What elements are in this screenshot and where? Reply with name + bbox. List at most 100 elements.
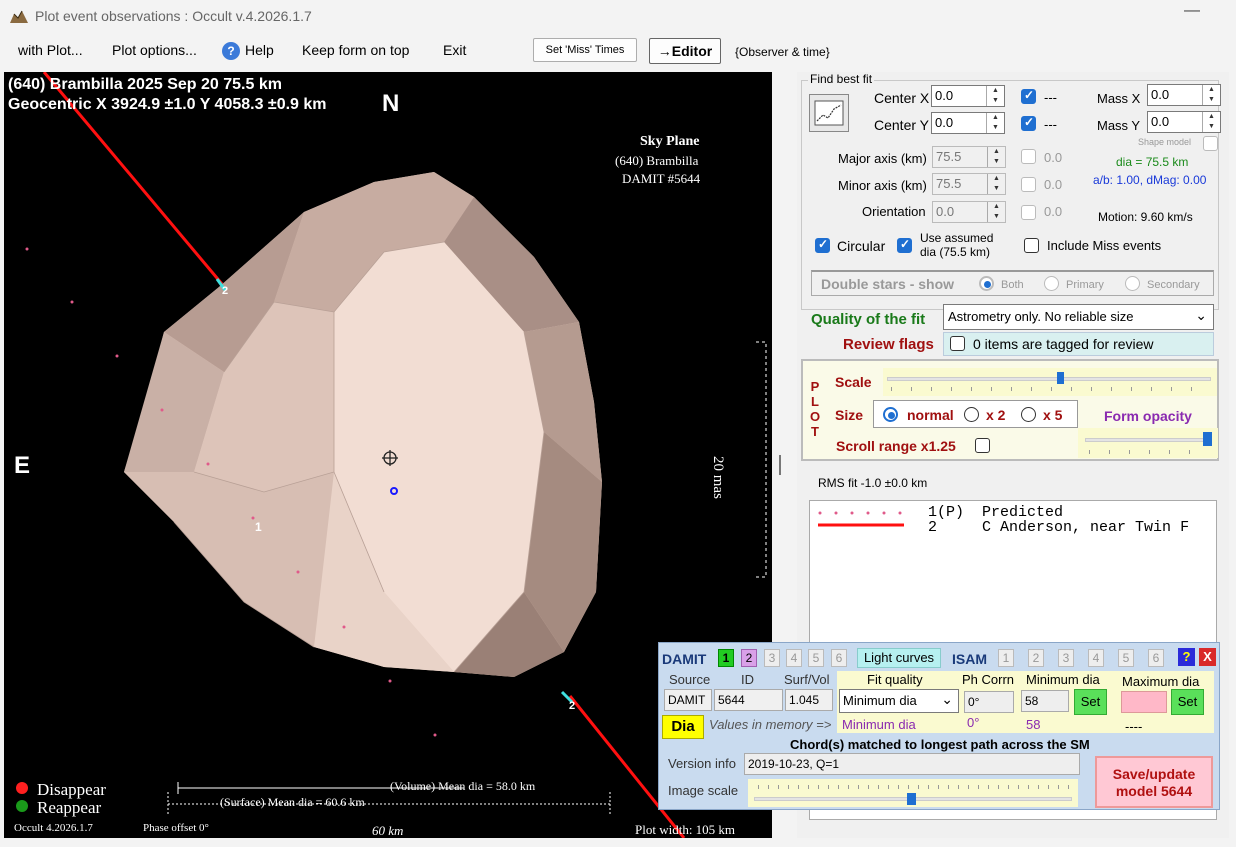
source-field[interactable]: DAMIT xyxy=(664,689,712,711)
minor-axis-input[interactable]: 75.5 ▲ ▼ xyxy=(932,173,1006,195)
sky-plane-label: Sky Plane xyxy=(640,134,700,149)
damit-model-6[interactable]: 6 xyxy=(831,649,847,667)
use-assumed-checkbox[interactable] xyxy=(897,237,912,253)
help-icon[interactable]: ? xyxy=(222,42,240,60)
center-x-input[interactable]: 0.0 ▲ ▼ xyxy=(931,85,1005,107)
surfvol-field[interactable]: 1.045 xyxy=(785,689,833,711)
orientation-checkbox[interactable] xyxy=(1021,205,1036,220)
damit-model-1[interactable]: 1 xyxy=(718,649,734,667)
primary-radio[interactable] xyxy=(1044,276,1059,291)
opacity-slider-thumb[interactable] xyxy=(1203,432,1212,446)
orientation-label: Orientation xyxy=(862,204,926,219)
isam-model-4[interactable]: 4 xyxy=(1088,649,1104,667)
damit-model-3[interactable]: 3 xyxy=(764,649,780,667)
center-y-checkbox[interactable] xyxy=(1021,115,1036,131)
close-icon[interactable]: X xyxy=(1199,648,1216,666)
ph-corr-field[interactable]: 0° xyxy=(964,691,1014,713)
opacity-slider[interactable] xyxy=(1085,438,1211,442)
menu-exit[interactable]: Exit xyxy=(443,42,466,58)
menu-plot-options[interactable]: Plot options... xyxy=(112,42,197,58)
surfvol-header: Surf/Vol xyxy=(784,672,830,687)
observer-legend-lines xyxy=(818,511,904,527)
damit-model-4[interactable]: 4 xyxy=(786,649,802,667)
observer-row[interactable]: 1(P) Predicted xyxy=(928,505,1063,520)
find-best-fit-title: Find best fit xyxy=(808,72,875,86)
plot-vertical-label: PLOT xyxy=(809,379,821,439)
dia-button[interactable]: Dia xyxy=(662,715,704,739)
image-scale-label: Image scale xyxy=(668,783,739,798)
include-miss-checkbox[interactable] xyxy=(1024,238,1039,253)
plot-canvas[interactable]: (640) Brambilla 2025 Sep 20 75.5 km Geoc… xyxy=(4,72,772,838)
editor-button[interactable]: →Editor xyxy=(649,38,721,64)
scroll-range-checkbox[interactable] xyxy=(975,438,990,453)
damit-model-2[interactable]: 2 xyxy=(741,649,757,667)
damit-model-5[interactable]: 5 xyxy=(808,649,824,667)
major-axis-checkbox[interactable] xyxy=(1021,149,1036,164)
size-normal-radio[interactable] xyxy=(883,407,898,422)
isam-model-3[interactable]: 3 xyxy=(1058,649,1074,667)
reappear-legend-dot xyxy=(16,800,28,812)
center-y-input[interactable]: 0.0 ▲ ▼ xyxy=(931,112,1005,134)
scale-label: Scale xyxy=(835,374,872,390)
fit-quality-header: Fit quality xyxy=(867,672,923,687)
title-bar: Plot event observations : Occult v.4.202… xyxy=(0,0,1236,34)
orientation-input[interactable]: 0.0 ▲ ▼ xyxy=(932,201,1006,223)
menu-with-plot[interactable]: with Plot... xyxy=(18,42,83,58)
both-label: Both xyxy=(1001,279,1024,291)
app-icon xyxy=(10,10,28,23)
version-info-field[interactable]: 2019-10-23, Q=1 xyxy=(744,753,1080,775)
circular-checkbox[interactable] xyxy=(815,237,830,253)
use-assumed-label: Use assumed dia (75.5 km) xyxy=(920,231,994,259)
menu-help[interactable]: Help xyxy=(245,42,274,58)
fit-graph-button[interactable] xyxy=(809,94,849,132)
min-dia-field[interactable]: 58 xyxy=(1021,690,1069,712)
minor-axis-label: Minor axis (km) xyxy=(838,178,927,193)
save-update-model-button[interactable]: Save/update model 5644 xyxy=(1095,756,1213,808)
set-max-dia-button[interactable]: Set xyxy=(1171,689,1204,715)
footer-version: Occult 4.2026.1.7 xyxy=(14,822,93,834)
motion-text: Motion: 9.60 km/s xyxy=(1098,210,1193,224)
mass-x-input[interactable]: 0.0 ▲ ▼ xyxy=(1147,84,1221,106)
fit-quality-select[interactable]: Minimum dia ⌄ xyxy=(839,689,959,713)
help-icon[interactable]: ? xyxy=(1178,648,1195,666)
review-flags-checkbox[interactable] xyxy=(950,336,965,351)
id-header: ID xyxy=(741,672,754,687)
size-x5-label: x 5 xyxy=(1043,407,1063,423)
sky-object-label: (640) Brambilla xyxy=(615,153,699,168)
size-x2-radio[interactable] xyxy=(964,407,979,422)
secondary-radio[interactable] xyxy=(1125,276,1140,291)
isam-model-6[interactable]: 6 xyxy=(1148,649,1164,667)
set-min-dia-button[interactable]: Set xyxy=(1074,689,1107,715)
dia-text: dia = 75.5 km xyxy=(1116,155,1189,169)
minor-axis-checkbox[interactable] xyxy=(1021,177,1036,192)
mass-y-input[interactable]: 0.0 ▲ ▼ xyxy=(1147,111,1221,133)
scale-slider[interactable] xyxy=(887,377,1211,381)
minimize-button[interactable]: — xyxy=(1184,2,1200,20)
splitter-handle[interactable] xyxy=(779,455,781,475)
menu-keep-on-top[interactable]: Keep form on top xyxy=(302,42,409,58)
legend-disappear: Disappear xyxy=(37,780,106,799)
max-dia-field[interactable] xyxy=(1121,691,1167,713)
isam-model-2[interactable]: 2 xyxy=(1028,649,1044,667)
max-dia-header: Maximum dia xyxy=(1122,674,1200,689)
major-axis-input[interactable]: 75.5 ▲ ▼ xyxy=(932,146,1006,168)
observer-row[interactable]: 2 C Anderson, near Twin F xyxy=(928,520,1189,535)
both-radio[interactable] xyxy=(979,276,994,291)
size-x5-radio[interactable] xyxy=(1021,407,1036,422)
scale-slider-thumb[interactable] xyxy=(1057,372,1064,384)
image-scale-thumb[interactable] xyxy=(907,793,916,805)
east-label: E xyxy=(14,452,31,479)
id-field[interactable]: 5644 xyxy=(714,689,783,711)
light-curves-button[interactable]: Light curves xyxy=(857,648,941,668)
version-info-label: Version info xyxy=(668,756,736,771)
isam-model-1[interactable]: 1 xyxy=(998,649,1014,667)
scroll-range-label: Scroll range x1.25 xyxy=(836,438,956,454)
observer-time-label[interactable]: {Observer & time} xyxy=(735,45,830,59)
quality-select[interactable]: Astrometry only. No reliable size ⌄ xyxy=(943,304,1214,330)
set-miss-times-button[interactable]: Set 'Miss' Times xyxy=(533,38,637,62)
isam-model-5[interactable]: 5 xyxy=(1118,649,1134,667)
shape-model-checkbox[interactable] xyxy=(1203,136,1218,151)
source-header: Source xyxy=(669,672,711,687)
center-x-checkbox[interactable] xyxy=(1021,88,1036,104)
ab-text: a/b: 1.00, dMag: 0.00 xyxy=(1093,173,1207,187)
